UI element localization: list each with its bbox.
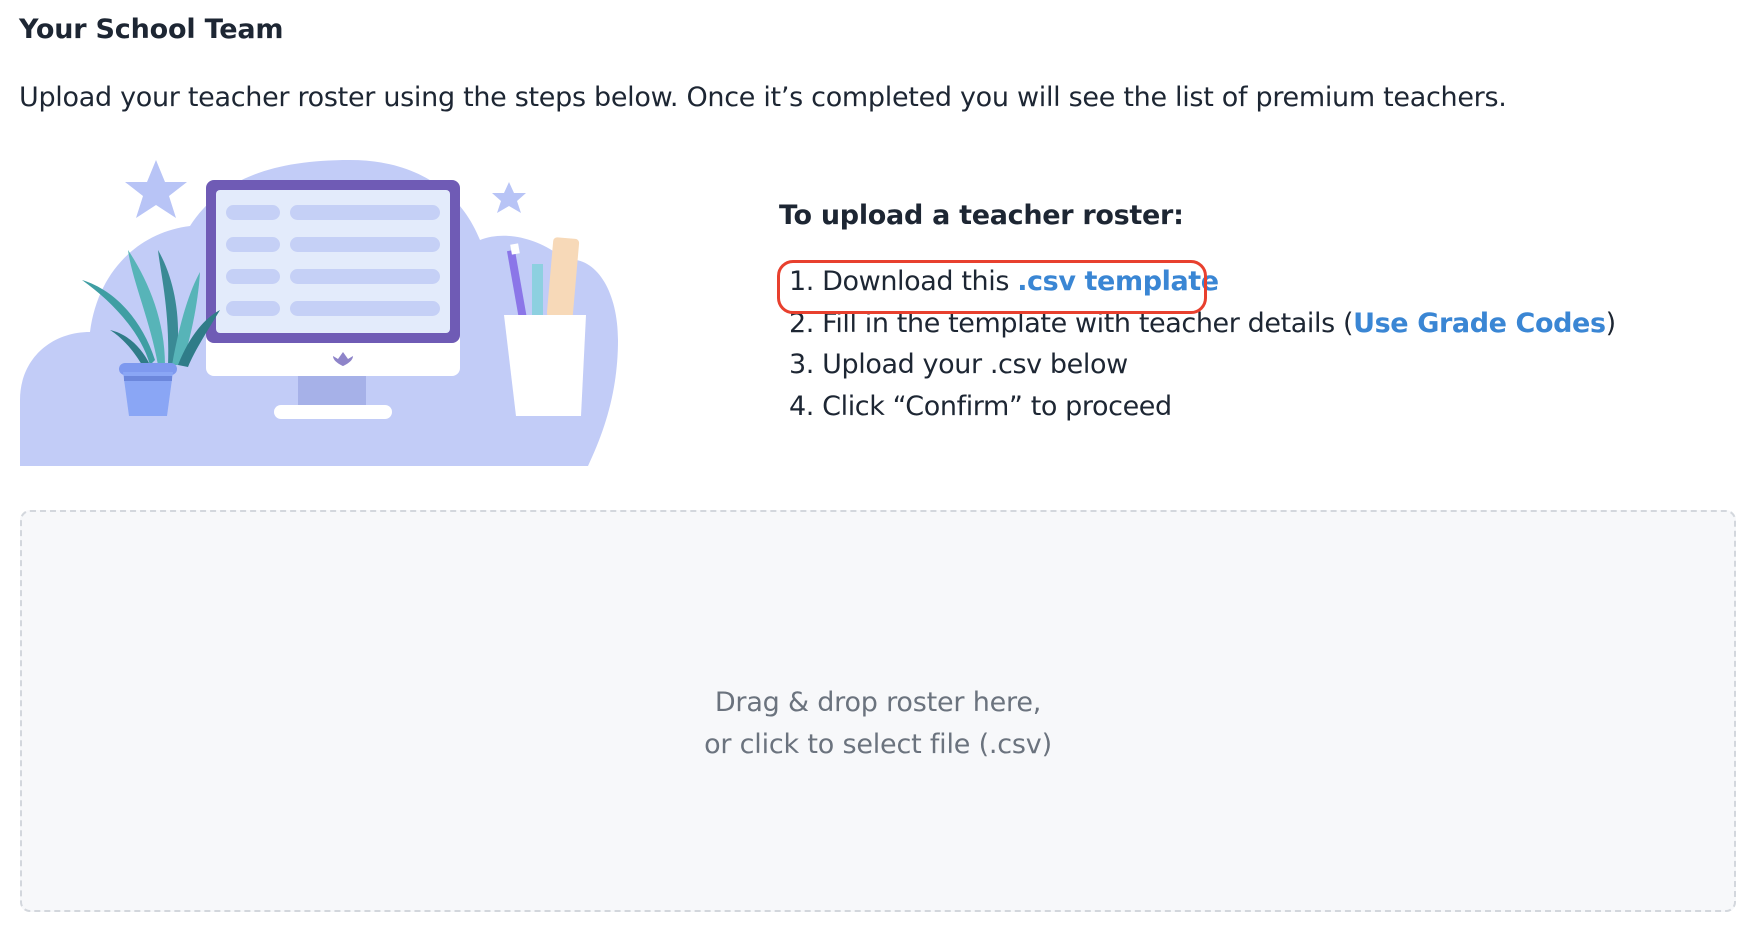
desk-computer-illustration: [20, 160, 618, 466]
step-text: Upload your .csv below: [822, 349, 1128, 380]
step-number: 3.: [789, 349, 814, 380]
step-fill-template: 2. Fill in the template with teacher det…: [779, 303, 1699, 345]
monitor-base: [274, 405, 392, 419]
step-suffix: ): [1605, 307, 1617, 339]
page-title: Your School Team: [19, 14, 284, 45]
grade-codes-link[interactable]: Use Grade Codes: [1353, 308, 1606, 339]
step-text: Download this: [822, 266, 1018, 297]
step-text: Fill in the template with teacher detail…: [822, 307, 1354, 339]
step-number: 4.: [789, 390, 814, 422]
csv-template-link[interactable]: .csv template: [1017, 266, 1219, 297]
star-icon: [492, 182, 526, 213]
dropzone-text: Drag & drop roster here, or click to sel…: [704, 682, 1052, 766]
step-confirm: 4. Click “Confirm” to proceed: [779, 386, 1699, 428]
dropzone-line-2: or click to select file (.csv): [704, 729, 1052, 760]
monitor-stand: [298, 375, 366, 407]
school-team-page: Your School Team Upload your teacher ros…: [0, 0, 1754, 926]
star-icon: [125, 160, 187, 218]
step-number: 1.: [789, 266, 814, 297]
monitor: [206, 180, 460, 376]
instructions-heading: To upload a teacher roster:: [779, 200, 1184, 231]
upload-instructions: To upload a teacher roster: 1. Download …: [779, 200, 1699, 427]
dropzone-line-1: Drag & drop roster here,: [714, 687, 1042, 718]
roster-dropzone[interactable]: Drag & drop roster here, or click to sel…: [20, 510, 1736, 912]
step-upload-csv: 3. Upload your .csv below: [779, 344, 1699, 386]
step-text: Click “Confirm” to proceed: [822, 390, 1172, 422]
page-description: Upload your teacher roster using the ste…: [19, 82, 1507, 113]
step-number: 2.: [789, 307, 814, 339]
step-download-template: 1. Download this .csv template: [779, 261, 1699, 303]
steps-list: 1. Download this .csv template 2. Fill i…: [779, 261, 1699, 427]
